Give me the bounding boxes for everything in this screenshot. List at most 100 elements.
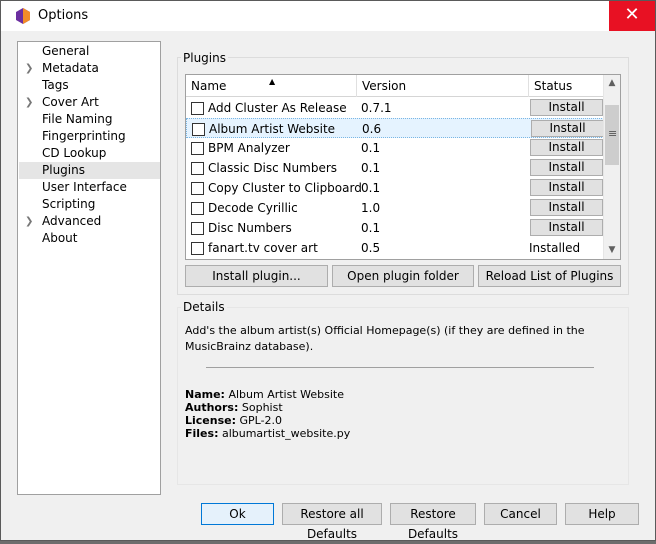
plugin-name-line: Name: Album Artist Website: [185, 388, 345, 401]
plugin-install-button[interactable]: Install: [530, 159, 603, 176]
chevron-right-icon[interactable]: ❯: [25, 213, 35, 230]
nav-item-label: CD Lookup: [42, 146, 107, 160]
plugin-name: Feat. Artists in Titles: [208, 258, 330, 259]
grip-icon: ≡: [608, 127, 618, 140]
nav-item-about[interactable]: About: [19, 230, 160, 247]
options-window: Options ✕ General ❯ Metadata Tags ❯ Cover Art…: [0, 0, 656, 541]
plugin-name: Disc Numbers: [208, 221, 292, 235]
plugin-install-button[interactable]: Install: [530, 179, 603, 196]
plugin-version: 0.6: [362, 122, 382, 136]
plugin-authors-value: Sophist: [241, 401, 283, 414]
plugin-files-value: albumartist_website.py: [221, 427, 351, 440]
plugin-version: 0.7.1: [361, 101, 392, 115]
nav-item-label: Metadata: [42, 61, 99, 75]
close-icon: ✕: [624, 4, 640, 25]
column-header-name[interactable]: Name ▲: [186, 75, 357, 97]
chevron-right-icon[interactable]: ❯: [25, 60, 35, 77]
table-row[interactable]: Album Artist Website 0.6 Install: [186, 118, 604, 138]
plugin-version: 0.5: [361, 241, 381, 255]
nav-item-file-naming[interactable]: File Naming: [19, 111, 160, 128]
column-header-version[interactable]: Version: [357, 75, 529, 97]
chevron-right-icon[interactable]: ❯: [25, 94, 35, 111]
details-group-label: Details: [181, 300, 227, 314]
plugin-install-button[interactable]: Install: [530, 199, 603, 216]
nav-item-general[interactable]: General: [19, 43, 160, 60]
table-row[interactable]: Classic Disc Numbers 0.1 Install: [186, 158, 604, 178]
table-scrollbar[interactable]: ▲ ≡ ▼: [603, 75, 620, 259]
plugin-authors-line: Authors: Sophist: [185, 401, 283, 414]
column-header-status[interactable]: Status: [529, 75, 604, 97]
app-icon: [16, 8, 30, 24]
plugin-version: 0.1: [361, 141, 381, 155]
nav-item-scripting[interactable]: Scripting: [19, 196, 160, 213]
plugin-version: 0.1: [361, 181, 381, 195]
plugin-name-value: Album Artist Website: [228, 388, 345, 401]
scroll-up-icon[interactable]: ▲: [604, 75, 620, 92]
details-divider: [206, 367, 594, 368]
table-row[interactable]: fanart.tv cover art 0.5 Installed: [186, 238, 604, 258]
nav-item-cd-lookup[interactable]: CD Lookup: [19, 145, 160, 162]
restore-defaults-button[interactable]: Restore Defaults: [390, 503, 476, 541]
close-button[interactable]: ✕: [609, 1, 655, 31]
table-row[interactable]: Copy Cluster to Clipboard 0.1 Install: [186, 178, 604, 198]
nav-item-advanced[interactable]: ❯ Advanced: [19, 213, 160, 230]
table-row[interactable]: Decode Cyrillic 1.0 Install: [186, 198, 604, 218]
plugin-name: BPM Analyzer: [208, 141, 290, 155]
cancel-button[interactable]: Cancel: [484, 503, 557, 525]
plugin-license-line: License: GPL-2.0: [185, 414, 283, 427]
nav-item-label: Advanced: [42, 214, 102, 228]
plugin-name: Copy Cluster to Clipboard: [208, 181, 362, 195]
table-row[interactable]: Disc Numbers 0.1 Install: [186, 218, 604, 238]
plugin-version: 0.3: [361, 258, 380, 259]
plugin-install-button[interactable]: Install: [530, 99, 603, 116]
nav-item-cover-art[interactable]: ❯ Cover Art: [19, 94, 160, 111]
plugins-group-label: Plugins: [181, 51, 228, 65]
plugin-enable-checkbox[interactable]: [191, 242, 204, 255]
plugin-description: Add's the album artist(s) Official Homep…: [185, 324, 585, 353]
plugin-enable-checkbox[interactable]: [191, 142, 204, 155]
ok-button[interactable]: Ok: [201, 503, 274, 525]
plugin-enable-checkbox[interactable]: [191, 162, 204, 175]
plugin-install-button[interactable]: Install: [530, 219, 603, 236]
table-row[interactable]: BPM Analyzer 0.1 Install: [186, 138, 604, 158]
table-row[interactable]: Feat. Artists in Titles 0.3 Install: [186, 258, 604, 260]
plugin-name: fanart.tv cover art: [208, 241, 318, 255]
plugin-version: 0.1: [361, 221, 381, 235]
nav-item-label: Tags: [42, 78, 69, 92]
plugin-enable-checkbox[interactable]: [192, 123, 205, 136]
plugin-enable-checkbox[interactable]: [191, 222, 204, 235]
plugin-license-value: GPL-2.0: [239, 414, 283, 427]
plugin-enable-checkbox[interactable]: [191, 102, 204, 115]
plugin-files-line: Files: albumartist_website.py: [185, 427, 351, 440]
plugin-install-button[interactable]: Install: [530, 139, 603, 156]
nav-item-metadata[interactable]: ❯ Metadata: [19, 60, 160, 77]
plugin-name: Album Artist Website: [209, 122, 336, 136]
nav-item-label: General: [42, 44, 90, 58]
restore-all-defaults-button[interactable]: Restore all Defaults: [282, 503, 382, 541]
plugin-enable-checkbox[interactable]: [191, 202, 204, 215]
plugin-install-button[interactable]: Install: [531, 120, 604, 137]
nav-item-label: Fingerprinting: [42, 129, 126, 143]
nav-item-label: Scripting: [42, 197, 96, 211]
plugin-status-text: Installed: [529, 241, 581, 255]
plugin-name: Decode Cyrillic: [208, 201, 298, 215]
plugin-enable-checkbox[interactable]: [191, 182, 204, 195]
nav-item-tags[interactable]: Tags: [19, 77, 160, 94]
window-title: Options: [38, 8, 89, 23]
nav-item-user-interface[interactable]: User Interface: [19, 179, 160, 196]
plugins-table[interactable]: Name ▲ Version Status Add Cluster As Rel…: [185, 74, 621, 260]
nav-item-plugins[interactable]: Plugins: [19, 162, 160, 179]
scroll-thumb[interactable]: ≡: [605, 105, 619, 165]
scroll-down-icon[interactable]: ▼: [604, 242, 620, 259]
table-row[interactable]: Add Cluster As Release 0.7.1 Install: [186, 98, 604, 118]
title-bar[interactable]: Options ✕: [1, 1, 655, 31]
nav-item-fingerprinting[interactable]: Fingerprinting: [19, 128, 160, 145]
plugin-install-button[interactable]: Install: [530, 259, 603, 260]
options-nav-tree[interactable]: General ❯ Metadata Tags ❯ Cover Art File Namin…: [17, 41, 161, 495]
table-header: Name ▲ Version Status: [186, 75, 604, 97]
install-plugin-button[interactable]: Install plugin...: [185, 265, 328, 287]
plugin-name: Classic Disc Numbers: [208, 161, 338, 175]
reload-plugins-button[interactable]: Reload List of Plugins: [478, 265, 621, 287]
help-button[interactable]: Help: [565, 503, 639, 525]
open-plugin-folder-button[interactable]: Open plugin folder: [332, 265, 474, 287]
